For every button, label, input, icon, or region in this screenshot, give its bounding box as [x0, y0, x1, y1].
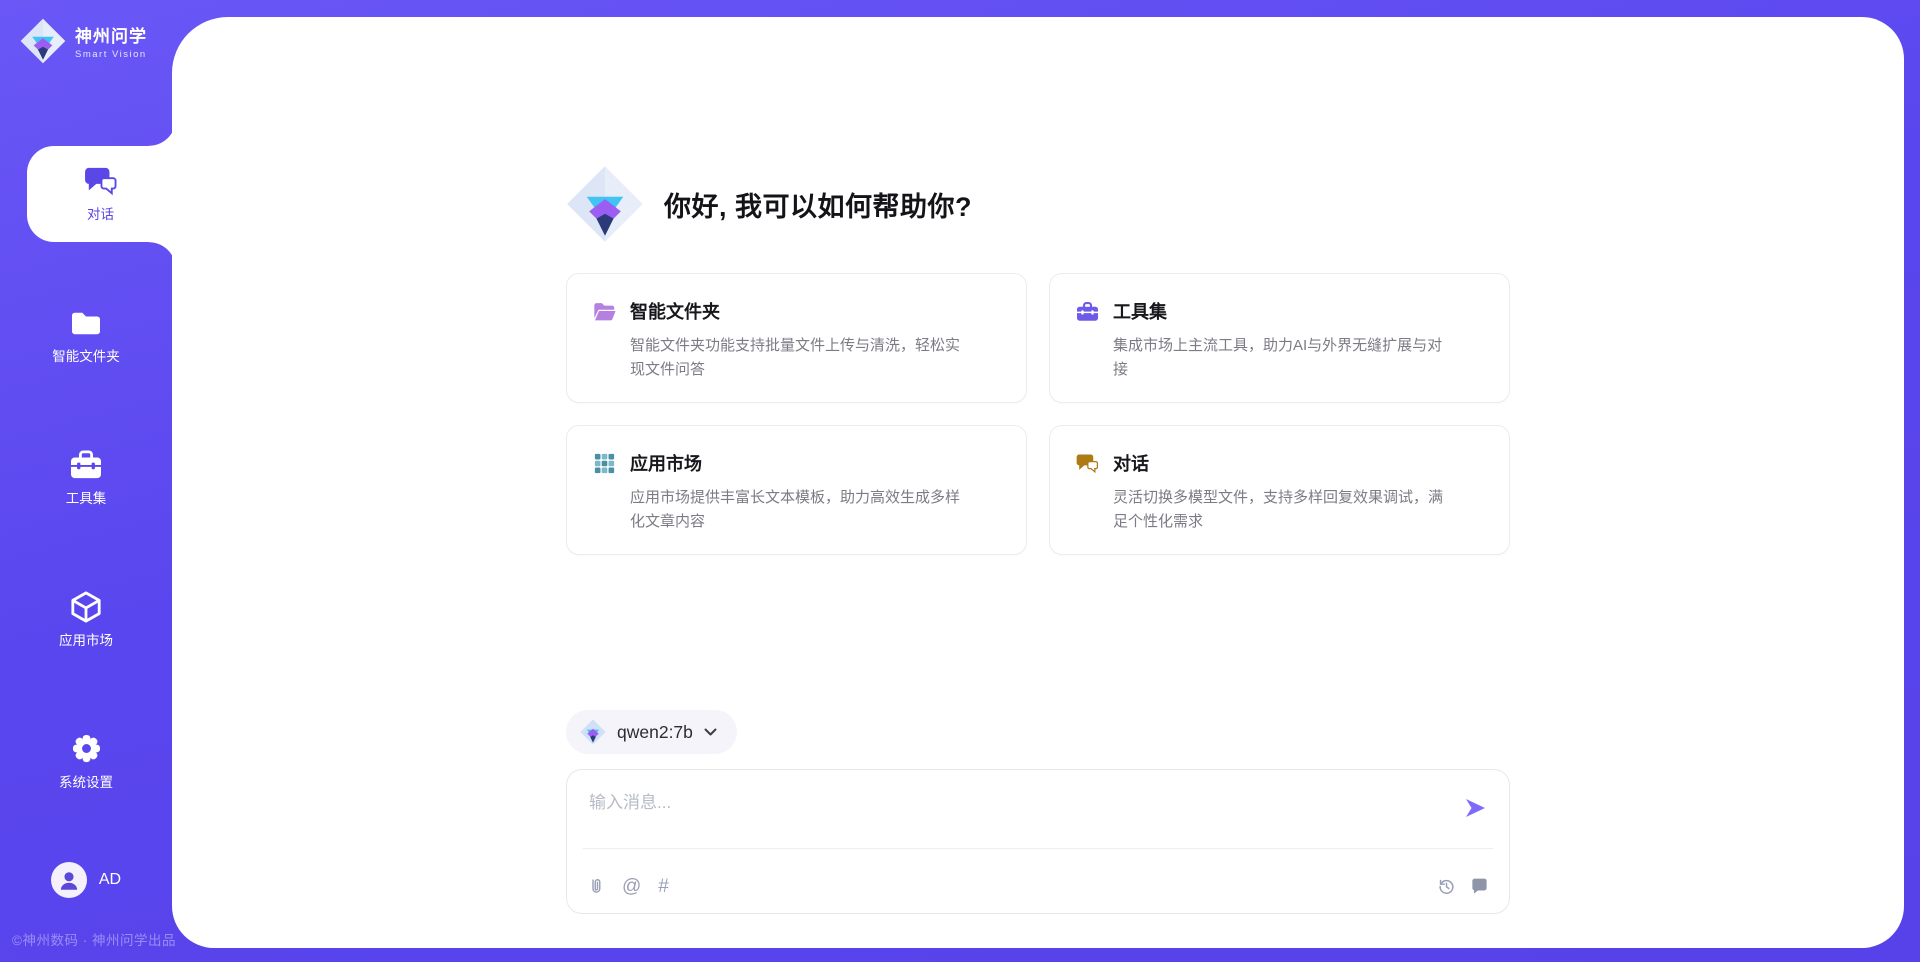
brand-name: 神州问学: [75, 22, 147, 47]
card-description: 应用市场提供丰富长文本模板，助力高效生成多样化文章内容: [630, 486, 968, 535]
sidebar-item-app-market[interactable]: 应用市场: [0, 572, 172, 668]
card-description: 灵活切换多模型文件，支持多样回复效果调试，满足个性化需求: [1113, 486, 1451, 535]
card-description: 集成市场上主流工具，助力AI与外界无缝扩展与对接: [1113, 334, 1451, 383]
composer-divider: [583, 848, 1493, 849]
model-diamond-logo-icon: [580, 719, 606, 745]
sidebar-nav: 对话 智能文件夹 工具集: [0, 146, 172, 856]
main-panel: 你好, 我可以如何帮助你? 智能文件夹 智能文件夹功能支持批量文件上传与清洗，轻…: [172, 17, 1904, 948]
toolbox-icon: [69, 450, 103, 480]
topic-button[interactable]: #: [658, 877, 669, 896]
sidebar-item-label: 智能文件夹: [52, 345, 120, 365]
card-title: 智能文件夹: [630, 298, 720, 324]
person-icon: [56, 867, 82, 893]
at-icon: @: [622, 877, 641, 896]
brand-diamond-logo-icon: [20, 18, 66, 64]
folder-icon: [69, 308, 103, 338]
sidebar-item-label: 应用市场: [59, 629, 113, 649]
user-account[interactable]: AD: [0, 862, 172, 898]
card-title: 工具集: [1113, 298, 1167, 324]
feature-cards: 智能文件夹 智能文件夹功能支持批量文件上传与清洗，轻松实现文件问答 工具集 集成…: [566, 273, 1510, 555]
sidebar-item-chat[interactable]: 对话: [27, 146, 174, 242]
chat-icon: [1076, 453, 1099, 474]
send-icon: [1463, 796, 1487, 820]
gear-icon: [69, 734, 103, 764]
attachment-button[interactable]: [587, 876, 605, 897]
message-input[interactable]: [589, 788, 1409, 840]
card-title: 应用市场: [630, 450, 702, 476]
card-title: 对话: [1113, 450, 1149, 476]
sidebar-item-label: 系统设置: [59, 771, 113, 791]
mention-button[interactable]: @: [622, 877, 641, 896]
chat-icon: [84, 166, 118, 196]
chat-square-icon: [1470, 877, 1489, 896]
copyright-footer: ©神州数码 · 神州问学出品: [12, 929, 176, 949]
history-icon: [1437, 877, 1456, 896]
hash-icon: #: [658, 877, 669, 896]
brand-text: 神州问学 Smart Vision: [75, 22, 147, 60]
history-button[interactable]: [1437, 877, 1456, 896]
message-composer: @ #: [566, 769, 1510, 914]
briefcase-icon: [1076, 301, 1099, 322]
paperclip-icon: [587, 876, 605, 897]
grid-icon: [593, 453, 616, 474]
folder-open-icon: [593, 301, 616, 322]
user-name: AD: [99, 871, 121, 889]
avatar: [51, 862, 87, 898]
greeting: 你好, 我可以如何帮助你?: [566, 17, 1510, 243]
chevron-down-icon: [704, 728, 717, 736]
card-smart-folder[interactable]: 智能文件夹 智能文件夹功能支持批量文件上传与清洗，轻松实现文件问答: [566, 273, 1027, 403]
sidebar: 神州问学 Smart Vision 对话 智能文件夹: [0, 0, 172, 962]
greeting-diamond-logo-icon: [566, 165, 644, 243]
brand: 神州问学 Smart Vision: [20, 18, 147, 64]
cube-icon: [69, 592, 103, 622]
sidebar-item-settings[interactable]: 系统设置: [0, 714, 172, 810]
card-chat[interactable]: 对话 灵活切换多模型文件，支持多样回复效果调试，满足个性化需求: [1049, 425, 1510, 555]
send-button[interactable]: [1463, 796, 1487, 820]
model-name: qwen2:7b: [617, 722, 693, 743]
card-description: 智能文件夹功能支持批量文件上传与清洗，轻松实现文件问答: [630, 334, 968, 383]
feedback-button[interactable]: [1470, 877, 1489, 896]
brand-subtitle: Smart Vision: [75, 49, 147, 60]
sidebar-item-label: 对话: [87, 203, 114, 223]
card-toolset[interactable]: 工具集 集成市场上主流工具，助力AI与外界无缝扩展与对接: [1049, 273, 1510, 403]
model-selector[interactable]: qwen2:7b: [566, 710, 737, 754]
sidebar-item-smart-folder[interactable]: 智能文件夹: [0, 288, 172, 384]
greeting-text: 你好, 我可以如何帮助你?: [664, 185, 972, 224]
sidebar-item-toolset[interactable]: 工具集: [0, 430, 172, 526]
card-app-market[interactable]: 应用市场 应用市场提供丰富长文本模板，助力高效生成多样化文章内容: [566, 425, 1027, 555]
composer-toolbar: @ #: [587, 876, 1489, 897]
sidebar-item-label: 工具集: [66, 487, 107, 507]
